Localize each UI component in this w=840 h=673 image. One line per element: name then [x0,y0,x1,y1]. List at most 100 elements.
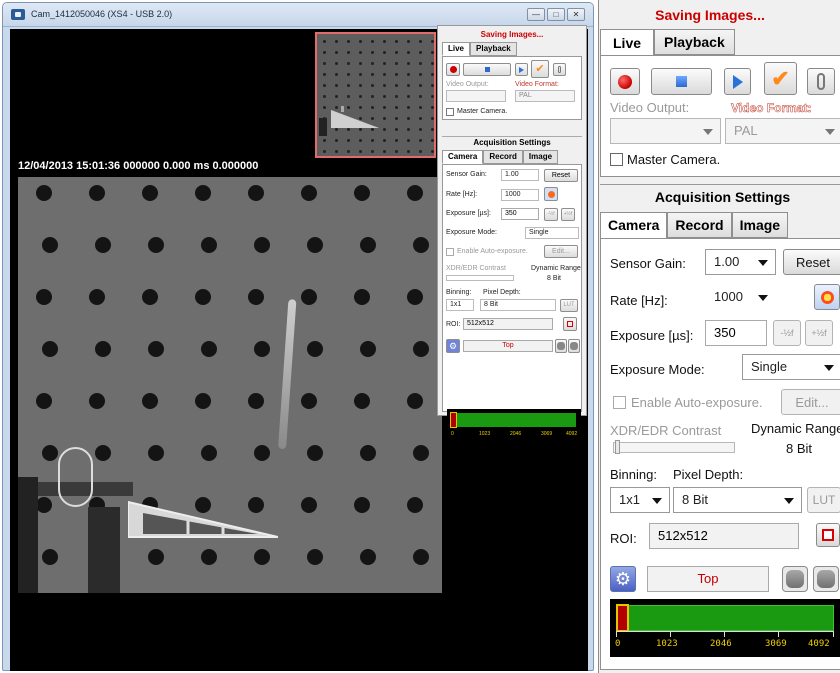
trigger-button-1[interactable] [555,339,567,353]
preview-hole [419,62,422,65]
preview-hole [431,40,434,43]
binning-select[interactable]: 1x1 [610,487,670,513]
rate-select[interactable]: 1000 [501,189,539,201]
play-button[interactable] [724,68,751,95]
auto-exposure-label: Enable Auto-exposure. [631,395,763,410]
tab-record[interactable]: Record [483,150,523,164]
preview-hole [395,95,398,98]
histogram-label-2046: 2046 [510,431,522,437]
auto-rate-button[interactable] [814,284,840,310]
preview-hole [431,51,434,54]
auto-exposure-checkbox[interactable] [446,248,454,256]
sensor-gain-select[interactable]: 1.00 [705,249,776,275]
exposure-plus-half-button[interactable]: +½f [805,320,833,346]
dynamic-range-value: 8 Bit [547,275,562,282]
binning-value: 1x1 [619,492,640,507]
record-button[interactable] [446,63,460,76]
tab-image[interactable]: Image [522,150,559,164]
accept-button[interactable]: ✔ [764,62,797,95]
record-button[interactable] [610,68,640,95]
trigger-button-1[interactable] [782,566,808,592]
histogram-tick [833,632,834,637]
settings-gear-button[interactable]: ⚙ [446,339,460,353]
play-button[interactable] [515,63,528,76]
preview-hole [335,95,338,98]
tab-record[interactable]: Record [667,212,732,238]
exposure-mode-select[interactable]: Single [525,227,579,239]
pegboard-hole [407,185,423,201]
rate-select[interactable]: 1000 [705,284,776,310]
attach-button[interactable] [553,63,566,76]
trigger-button-2[interactable] [813,566,839,592]
tab-camera[interactable]: Camera [600,212,668,239]
preview-hole [419,84,422,87]
xdr-slider[interactable] [613,442,735,453]
master-camera-checkbox[interactable] [446,108,454,116]
exposure-input[interactable]: 350 [705,320,767,346]
xdr-slider-thumb[interactable] [615,440,620,454]
auto-rate-button[interactable] [544,187,558,201]
binning-select[interactable]: 1x1 [446,299,474,311]
pegboard-hole [42,549,58,565]
video-output-select[interactable] [446,90,506,102]
video-output-label: Video Output: [446,81,489,88]
window-title: Cam_1412050046 (XS4 - USB 2.0) [31,9,173,19]
xdr-slider[interactable] [446,275,514,281]
exposure-minus-half-button[interactable]: -½f [544,208,558,221]
reset-button[interactable]: Reset [783,249,840,275]
preview-hole [371,40,374,43]
pegboard-hole [301,497,317,513]
exposure-input[interactable]: 350 [501,208,539,220]
pegboard-hole [301,393,317,409]
histogram-tick [616,632,617,637]
xdr-edr-contrast-label: XDR/EDR Contrast [446,265,506,272]
attach-button[interactable] [807,68,835,95]
play-icon [732,74,743,89]
exposure-plus-half-button[interactable]: +½f [561,208,575,221]
auto-exposure-checkbox[interactable] [613,396,626,409]
tab-live[interactable]: Live [600,29,655,56]
roi-button[interactable] [816,523,840,547]
tab-image[interactable]: Image [731,212,789,238]
reset-button[interactable]: Reset [544,169,578,182]
pegboard-hole [148,341,164,357]
chevron-down-icon [758,260,768,266]
exposure-minus-half-button[interactable]: -½f [773,320,801,346]
tab-playback[interactable]: Playback [470,42,517,56]
stop-button[interactable] [651,68,712,95]
pegboard-hole [201,237,217,253]
preview-hole [335,51,338,54]
close-button[interactable]: ✕ [567,8,585,21]
pixel-depth-select[interactable]: 8 Bit [673,487,802,513]
maximize-button[interactable]: □ [547,8,565,21]
settings-gear-button[interactable]: ⚙ [610,566,636,592]
trigger-icon [817,570,835,588]
edit-button[interactable]: Edit... [544,245,578,258]
edit-button[interactable]: Edit... [781,389,840,415]
pixel-depth-select[interactable]: 8 Bit [480,299,556,311]
video-format-select[interactable]: PAL [515,90,575,102]
tab-playback[interactable]: Playback [654,29,735,55]
pegboard-hole [407,289,423,305]
roi-label: ROI: [446,321,461,328]
trigger-button-2[interactable] [568,339,580,353]
pixel-depth-label: Pixel Depth: [673,467,744,482]
video-output-select[interactable] [610,118,721,144]
video-format-select[interactable]: PAL [725,118,840,144]
lut-button[interactable]: LUT [560,299,578,312]
lut-button[interactable]: LUT [807,487,840,513]
sensor-gain-select[interactable]: 1.00 [501,169,539,181]
stop-button[interactable] [463,63,511,76]
roi-button[interactable] [563,317,577,331]
preview-thumbnail[interactable] [315,32,436,158]
tab-camera[interactable]: Camera [442,150,484,164]
master-camera-checkbox[interactable] [610,153,623,166]
preview-hole [383,150,386,153]
title-bar[interactable]: Cam_1412050046 (XS4 - USB 2.0) — □ ✕ [3,3,593,27]
pegboard-hole [254,237,270,253]
histogram-label-1023: 1023 [656,639,678,649]
minimize-button[interactable]: — [527,8,545,21]
tab-live[interactable]: Live [442,42,471,56]
accept-button[interactable]: ✔ [531,60,549,78]
exposure-mode-select[interactable]: Single [742,354,840,380]
